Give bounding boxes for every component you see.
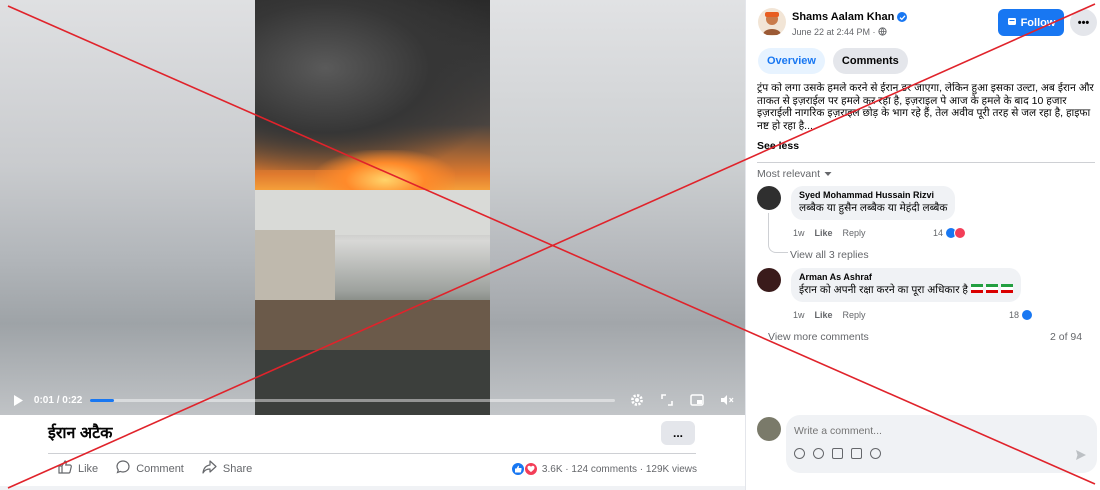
panel-tabs: Overview Comments (758, 48, 908, 74)
like-button[interactable]: Like (58, 460, 98, 477)
burning-building (255, 190, 490, 235)
panel-more-button[interactable]: ••• (1070, 9, 1097, 36)
house (255, 230, 335, 310)
settings-gear-icon[interactable] (629, 392, 645, 408)
like-reaction-icon (510, 462, 525, 476)
comment-input[interactable] (794, 425, 1074, 437)
sticker-icon[interactable] (870, 448, 881, 459)
follow-label: Follow (1020, 16, 1056, 29)
comment-reaction-count: 18 (1009, 310, 1020, 320)
chevron-down-icon (824, 168, 832, 180)
like-reaction-icon (1021, 309, 1034, 321)
comment-button[interactable]: Comment (116, 460, 184, 477)
divider (757, 162, 1095, 163)
comment-text: लब्बैक या हुसैन लब्बैक या मेहंदी लब्बैक (799, 202, 948, 214)
reply-thread-line (768, 213, 788, 253)
send-icon[interactable] (1075, 448, 1087, 460)
comment-icon (116, 460, 130, 477)
love-reaction-icon (523, 462, 538, 476)
like-label: Like (78, 462, 99, 475)
post-footer: ईरान अटैक ... Like Comment Share 3.6K · … (0, 415, 745, 490)
expand-icon[interactable] (659, 392, 675, 408)
divider (48, 453, 696, 454)
comment-reply-link[interactable]: Reply (843, 310, 866, 320)
video-frame[interactable] (255, 0, 490, 415)
author-avatar[interactable] (758, 8, 786, 36)
verified-badge-icon (897, 12, 908, 22)
post-side-panel: Shams Aalam Khan June 22 at 2:44 PM · Fo… (745, 0, 1100, 490)
follow-icon (1007, 16, 1017, 29)
comment-bubble: Syed Mohammad Hussain Rizvi लब्बैक या हु… (791, 186, 956, 220)
share-icon (202, 460, 217, 477)
comment-like-link[interactable]: Like (815, 310, 833, 320)
post-more-button[interactable]: ... (661, 421, 695, 445)
video-blur-right (490, 0, 745, 415)
video-progress-fill (90, 398, 114, 402)
comment-time[interactable]: 1w (793, 228, 805, 238)
globe-icon (878, 27, 887, 37)
sort-label: Most relevant (757, 168, 821, 180)
post-stats: 3.6K · 124 comments · 129K views (510, 462, 697, 476)
tab-comments[interactable]: Comments (832, 48, 908, 74)
comment-reply-link[interactable]: Reply (843, 228, 866, 238)
post-date-text: June 22 at 2:44 PM · (792, 27, 876, 37)
comment-item: Arman As Ashraf ईरान को अपनी रक्षा करने … (757, 268, 1021, 302)
comment-author[interactable]: Syed Mohammad Hussain Rizvi (799, 190, 947, 200)
view-replies-link[interactable]: View all 3 replies (790, 249, 869, 261)
footer-strip (0, 486, 745, 490)
play-icon[interactable] (10, 392, 26, 408)
tab-overview[interactable]: Overview (758, 48, 825, 74)
fence (255, 300, 490, 350)
current-user-avatar[interactable] (757, 417, 781, 441)
comment-like-link[interactable]: Like (815, 228, 833, 238)
comment-bubble: Arman As Ashraf ईरान को अपनी रक्षा करने … (791, 268, 1021, 302)
author-name-text: Shams Aalam Khan (792, 11, 895, 23)
volume-muted-icon[interactable] (719, 392, 735, 408)
author-name[interactable]: Shams Aalam Khan (792, 11, 908, 23)
gif-icon[interactable] (851, 448, 862, 459)
post-stats-text: 3.6K · 124 comments · 129K views (541, 463, 697, 475)
view-more-comments-link[interactable]: View more comments (768, 331, 869, 343)
video-progress-bar[interactable] (90, 398, 616, 402)
video-controls: 0:01 / 0:22 (0, 385, 745, 415)
iran-flag-icon (970, 284, 1013, 296)
comment-meta: 1w Like Reply (793, 310, 866, 320)
comment-count: 2 of 94 (1050, 331, 1083, 343)
share-label: Share (222, 462, 253, 475)
picture-in-picture-icon[interactable] (689, 392, 705, 408)
comment-composer (786, 415, 1097, 473)
share-button[interactable]: Share (202, 460, 252, 477)
comment-text: ईरान को अपनी रक्षा करने का पूरा अधिकार ह… (799, 283, 1013, 297)
comment-time[interactable]: 1w (793, 310, 805, 320)
post-date[interactable]: June 22 at 2:44 PM · (792, 27, 887, 37)
video-time: 0:01 / 0:22 (33, 394, 83, 406)
composer-tools (794, 448, 881, 459)
love-reaction-icon (954, 227, 967, 239)
camera-icon[interactable] (832, 448, 843, 459)
comment-text-content: ईरान को अपनी रक्षा करने का पूरा अधिकार ह… (799, 284, 968, 296)
smoke-cloud (255, 0, 490, 170)
commenter-avatar[interactable] (757, 186, 781, 210)
see-less-link[interactable]: See less (757, 140, 799, 152)
comment-label: Comment (136, 462, 184, 475)
post-title: ईरान अटैक (48, 425, 113, 442)
video-blur-left (0, 0, 255, 415)
post-actions: Like Comment Share (58, 460, 252, 477)
video-player[interactable]: 0:01 / 0:22 (0, 0, 745, 415)
avatar-sticker-icon[interactable] (794, 448, 805, 459)
follow-button[interactable]: Follow (998, 9, 1064, 36)
post-caption: ट्रंप को लगा उसके हमले करने से ईरान डर ज… (757, 82, 1094, 132)
commenter-avatar[interactable] (757, 268, 781, 292)
comment-reactions[interactable]: 14 (933, 227, 967, 239)
comment-reaction-count: 14 (933, 228, 944, 238)
comment-reactions[interactable]: 18 (1009, 309, 1034, 321)
comment-author[interactable]: Arman As Ashraf (799, 272, 1013, 282)
comment-sort-dropdown[interactable]: Most relevant (757, 168, 832, 180)
comment-meta: 1w Like Reply (793, 228, 866, 238)
emoji-icon[interactable] (813, 448, 824, 459)
thumbs-up-icon (58, 460, 72, 477)
